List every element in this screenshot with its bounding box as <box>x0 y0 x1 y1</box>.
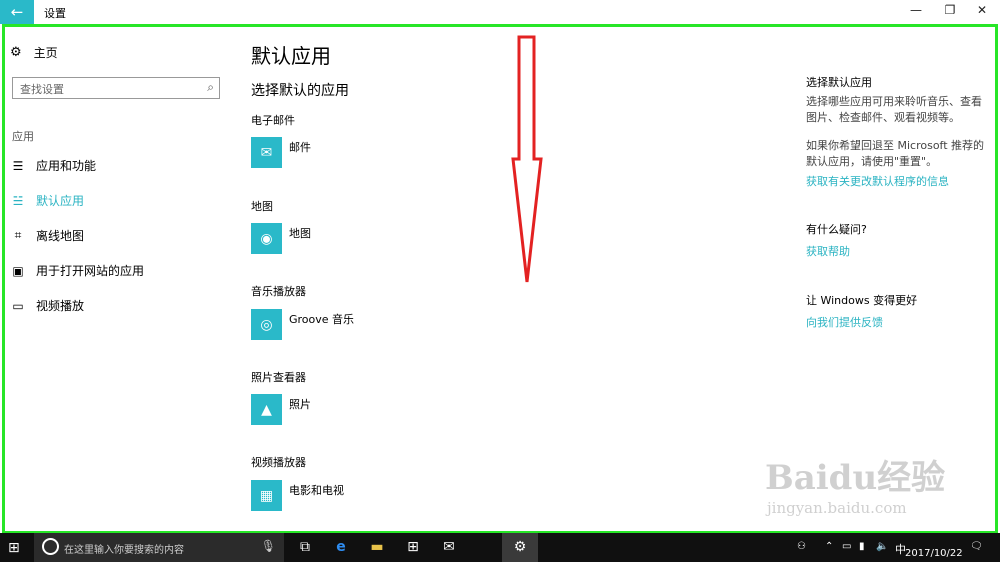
category-label: 音乐播放器 <box>251 285 306 298</box>
default-list-icon: ☱ <box>12 193 24 208</box>
people-icon[interactable]: ⚇ <box>797 541 806 552</box>
mail-icon: ✉ <box>251 137 282 168</box>
taskbar-search-box[interactable]: 在这里输入你要搜索的内容 🎙 <box>34 533 284 562</box>
sidebar-item-default-apps[interactable]: ☱ 默认应用 <box>12 192 84 209</box>
edge-icon[interactable]: e <box>331 539 351 555</box>
page-title: 默认应用 <box>251 44 331 68</box>
action-center-icon[interactable]: 🗨 <box>970 541 983 552</box>
map-icon: ⌗ <box>14 228 22 242</box>
default-app-button[interactable]: ◉ 地图 <box>251 223 311 254</box>
category-label: 地图 <box>251 200 273 213</box>
taskbar: ⊞ 在这里输入你要搜索的内容 🎙 ⧉ e ▬ ⊞ ✉ ⚙ ⚇ ⌃ ▭ ▮ 🔈 中… <box>0 533 1000 562</box>
sidebar-item-label: 默认应用 <box>36 194 85 208</box>
home-label: 主页 <box>33 46 58 60</box>
app-name: 邮件 <box>289 141 311 154</box>
section-label: 应用 <box>12 130 34 143</box>
gear-icon: ⚙ <box>10 45 22 60</box>
sidebar-item-offline-maps[interactable]: ⌗ 离线地图 <box>12 227 84 244</box>
app-name: Groove 音乐 <box>289 313 355 326</box>
sidebar-item-website-apps[interactable]: ▣ 用于打开网站的应用 <box>12 262 144 279</box>
category-label: 照片查看器 <box>251 371 306 384</box>
sidebar-item-label: 用于打开网站的应用 <box>36 264 145 278</box>
page-subtitle: 选择默认的应用 <box>251 83 349 99</box>
network-icon[interactable]: ▭ <box>842 541 851 552</box>
app-name: 地图 <box>289 227 311 240</box>
list-icon: ☰ <box>12 158 24 173</box>
store-icon[interactable]: ⊞ <box>403 539 423 555</box>
default-app-button[interactable]: ◎ Groove 音乐 <box>251 309 354 340</box>
reset-text: 如果你希望回退至 Microsoft 推荐的默认应用，请使用"重置"。 <box>806 139 985 168</box>
cortana-icon <box>42 538 59 555</box>
sidebar-item-video-playback[interactable]: ▭ 视频播放 <box>12 297 84 314</box>
settings-taskbar-button[interactable]: ⚙ <box>502 533 538 562</box>
maps-icon: ◉ <box>251 223 282 254</box>
nav-home[interactable]: ⚙ 主页 <box>10 44 58 61</box>
battery-icon[interactable]: ▮ <box>859 541 865 552</box>
video-icon: ▭ <box>12 298 24 313</box>
sidebar-item-label: 离线地图 <box>36 229 85 243</box>
sidebar-item-apps-features[interactable]: ☰ 应用和功能 <box>12 157 96 174</box>
taskbar-search-placeholder: 在这里输入你要搜索的内容 <box>64 545 184 556</box>
photos-icon: ▲ <box>251 394 282 425</box>
window-title: 设置 <box>44 7 66 20</box>
get-help-link[interactable]: 获取帮助 <box>806 243 850 259</box>
back-arrow-icon: ← <box>10 3 24 21</box>
feedback-link[interactable]: 向我们提供反馈 <box>806 314 883 330</box>
default-app-button[interactable]: ▦ 电影和电视 <box>251 480 344 511</box>
clock[interactable]: 2017/10/22 <box>905 534 963 560</box>
title-bar: ← 设置 — ❐ ✕ <box>0 0 1000 24</box>
default-programs-link[interactable]: 获取有关更改默认程序的信息 <box>806 173 949 189</box>
watermark-logo: Baidu经验 <box>765 458 946 498</box>
default-app-button[interactable]: ✉ 邮件 <box>251 137 311 168</box>
sidebar-item-label: 视频播放 <box>36 299 85 313</box>
sidebar-item-label: 应用和功能 <box>36 159 97 173</box>
category-label: 电子邮件 <box>251 114 295 127</box>
search-icon: ⌕ <box>207 80 214 94</box>
volume-icon[interactable]: 🔈 <box>876 541 888 552</box>
microphone-icon: 🎙 <box>260 539 276 553</box>
search-input[interactable]: 查找设置 ⌕ <box>12 77 220 99</box>
baidu-watermark: Baidu经验 jingyan.baidu.com <box>765 450 945 517</box>
app-name: 电影和电视 <box>289 484 344 497</box>
back-button[interactable]: ← <box>0 0 34 24</box>
minimize-button[interactable]: — <box>906 3 926 17</box>
mail-taskbar-icon[interactable]: ✉ <box>439 539 459 555</box>
watermark-url: jingyan.baidu.com <box>767 499 907 517</box>
down-arrow-annotation <box>511 35 543 283</box>
search-placeholder: 查找设置 <box>20 83 64 96</box>
restore-button[interactable]: ❐ <box>940 3 960 17</box>
settings-gear-icon: ⚙ <box>513 539 527 555</box>
default-app-button[interactable]: ▲ 照片 <box>251 394 311 425</box>
related-title: 选择默认应用 <box>806 76 872 89</box>
website-icon: ▣ <box>12 263 24 278</box>
feedback-title: 让 Windows 变得更好 <box>806 294 918 307</box>
close-button[interactable]: ✕ <box>972 3 992 17</box>
app-name: 照片 <box>289 398 311 411</box>
task-view-icon[interactable]: ⧉ <box>295 539 315 555</box>
date-text: 2017/10/22 <box>905 548 963 559</box>
windows-start-icon[interactable]: ⊞ <box>8 540 20 556</box>
chevron-up-icon[interactable]: ⌃ <box>825 541 833 552</box>
category-label: 视频播放器 <box>251 456 306 469</box>
groove-music-icon: ◎ <box>251 309 282 340</box>
questions-title: 有什么疑问? <box>806 223 867 236</box>
movies-tv-icon: ▦ <box>251 480 282 511</box>
related-text: 选择哪些应用可用来聆听音乐、查看图片、检查邮件、观看视频等。 <box>806 95 982 124</box>
file-explorer-icon[interactable]: ▬ <box>367 539 387 555</box>
